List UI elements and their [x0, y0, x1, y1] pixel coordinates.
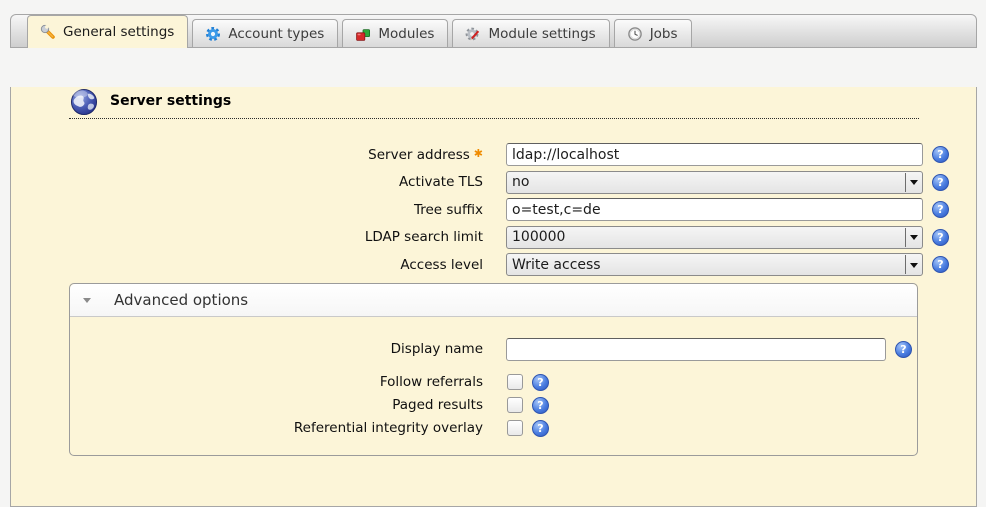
referential-integrity-label: Referential integrity overlay	[70, 420, 506, 436]
row-referential-integrity: Referential integrity overlay ?	[70, 417, 917, 440]
tab-label: Account types	[228, 26, 324, 42]
settings-widget: General settings Account types Modules	[10, 14, 977, 507]
paged-results-label: Paged results	[70, 397, 506, 413]
general-settings-panel: Server settings Server address✱ ? Activa…	[10, 87, 977, 507]
help-icon[interactable]: ?	[895, 341, 912, 358]
help-icon[interactable]: ?	[932, 229, 949, 246]
row-follow-referrals: Follow referrals ?	[70, 371, 917, 394]
tree-suffix-label: Tree suffix	[11, 202, 506, 218]
help-icon[interactable]: ?	[532, 374, 549, 391]
tab-label: Jobs	[650, 26, 678, 42]
modules-icon	[355, 26, 371, 42]
tab-general-settings[interactable]: General settings	[27, 15, 188, 48]
display-name-label: Display name	[70, 341, 506, 357]
gear-edit-icon	[465, 26, 481, 42]
access-level-label: Access level	[11, 257, 506, 273]
server-address-label: Server address✱	[11, 147, 506, 163]
paged-results-checkbox[interactable]	[507, 397, 523, 413]
tab-label: Modules	[378, 26, 434, 42]
help-icon[interactable]: ?	[532, 397, 549, 414]
server-address-input[interactable]	[506, 143, 923, 166]
gear-blue-icon	[205, 26, 221, 42]
help-icon[interactable]: ?	[932, 146, 949, 163]
display-name-input[interactable]	[506, 338, 886, 361]
row-ldap-search-limit: LDAP search limit 100000 ?	[11, 224, 976, 252]
advanced-options-body: Display name ? Follow referrals ? Page	[70, 317, 917, 455]
follow-referrals-label: Follow referrals	[70, 374, 506, 390]
help-icon[interactable]: ?	[932, 201, 949, 218]
advanced-options-toggle[interactable]: Advanced options	[70, 284, 917, 317]
tab-account-types[interactable]: Account types	[192, 19, 338, 47]
ldap-search-limit-label: LDAP search limit	[11, 229, 506, 245]
tab-label: General settings	[63, 24, 174, 40]
server-settings-form: Server address✱ ? Activate TLS no ?	[11, 141, 976, 279]
tab-module-settings[interactable]: Module settings	[452, 19, 609, 47]
tab-modules[interactable]: Modules	[342, 19, 448, 47]
ldap-search-limit-select[interactable]: 100000	[506, 226, 923, 249]
row-tree-suffix: Tree suffix ?	[11, 196, 976, 224]
tab-label: Module settings	[488, 26, 595, 42]
row-activate-tls: Activate TLS no ?	[11, 169, 976, 197]
section-title: Server settings	[110, 93, 231, 109]
row-display-name: Display name ?	[70, 336, 917, 363]
row-paged-results: Paged results ?	[70, 394, 917, 417]
wrench-icon	[40, 24, 56, 40]
activate-tls-select[interactable]: no	[506, 171, 923, 194]
help-icon[interactable]: ?	[532, 420, 549, 437]
advanced-options-title: Advanced options	[114, 291, 248, 309]
caret-down-icon	[83, 298, 91, 307]
help-icon[interactable]: ?	[932, 174, 949, 191]
help-icon[interactable]: ?	[932, 256, 949, 273]
row-access-level: Access level Write access ?	[11, 251, 976, 279]
tab-jobs[interactable]: Jobs	[614, 19, 692, 47]
row-server-address: Server address✱ ?	[11, 141, 976, 169]
tab-bar: General settings Account types Modules	[10, 14, 977, 48]
server-settings-header: Server settings	[69, 87, 919, 119]
follow-referrals-checkbox[interactable]	[507, 374, 523, 390]
globe-icon	[69, 87, 99, 117]
required-marker: ✱	[474, 147, 483, 160]
tree-suffix-input[interactable]	[506, 198, 923, 221]
referential-integrity-checkbox[interactable]	[507, 420, 523, 436]
advanced-options-box: Advanced options Display name ? Follow r…	[69, 283, 918, 456]
activate-tls-label: Activate TLS	[11, 174, 506, 190]
access-level-select[interactable]: Write access	[506, 253, 923, 276]
clock-icon	[627, 26, 643, 42]
